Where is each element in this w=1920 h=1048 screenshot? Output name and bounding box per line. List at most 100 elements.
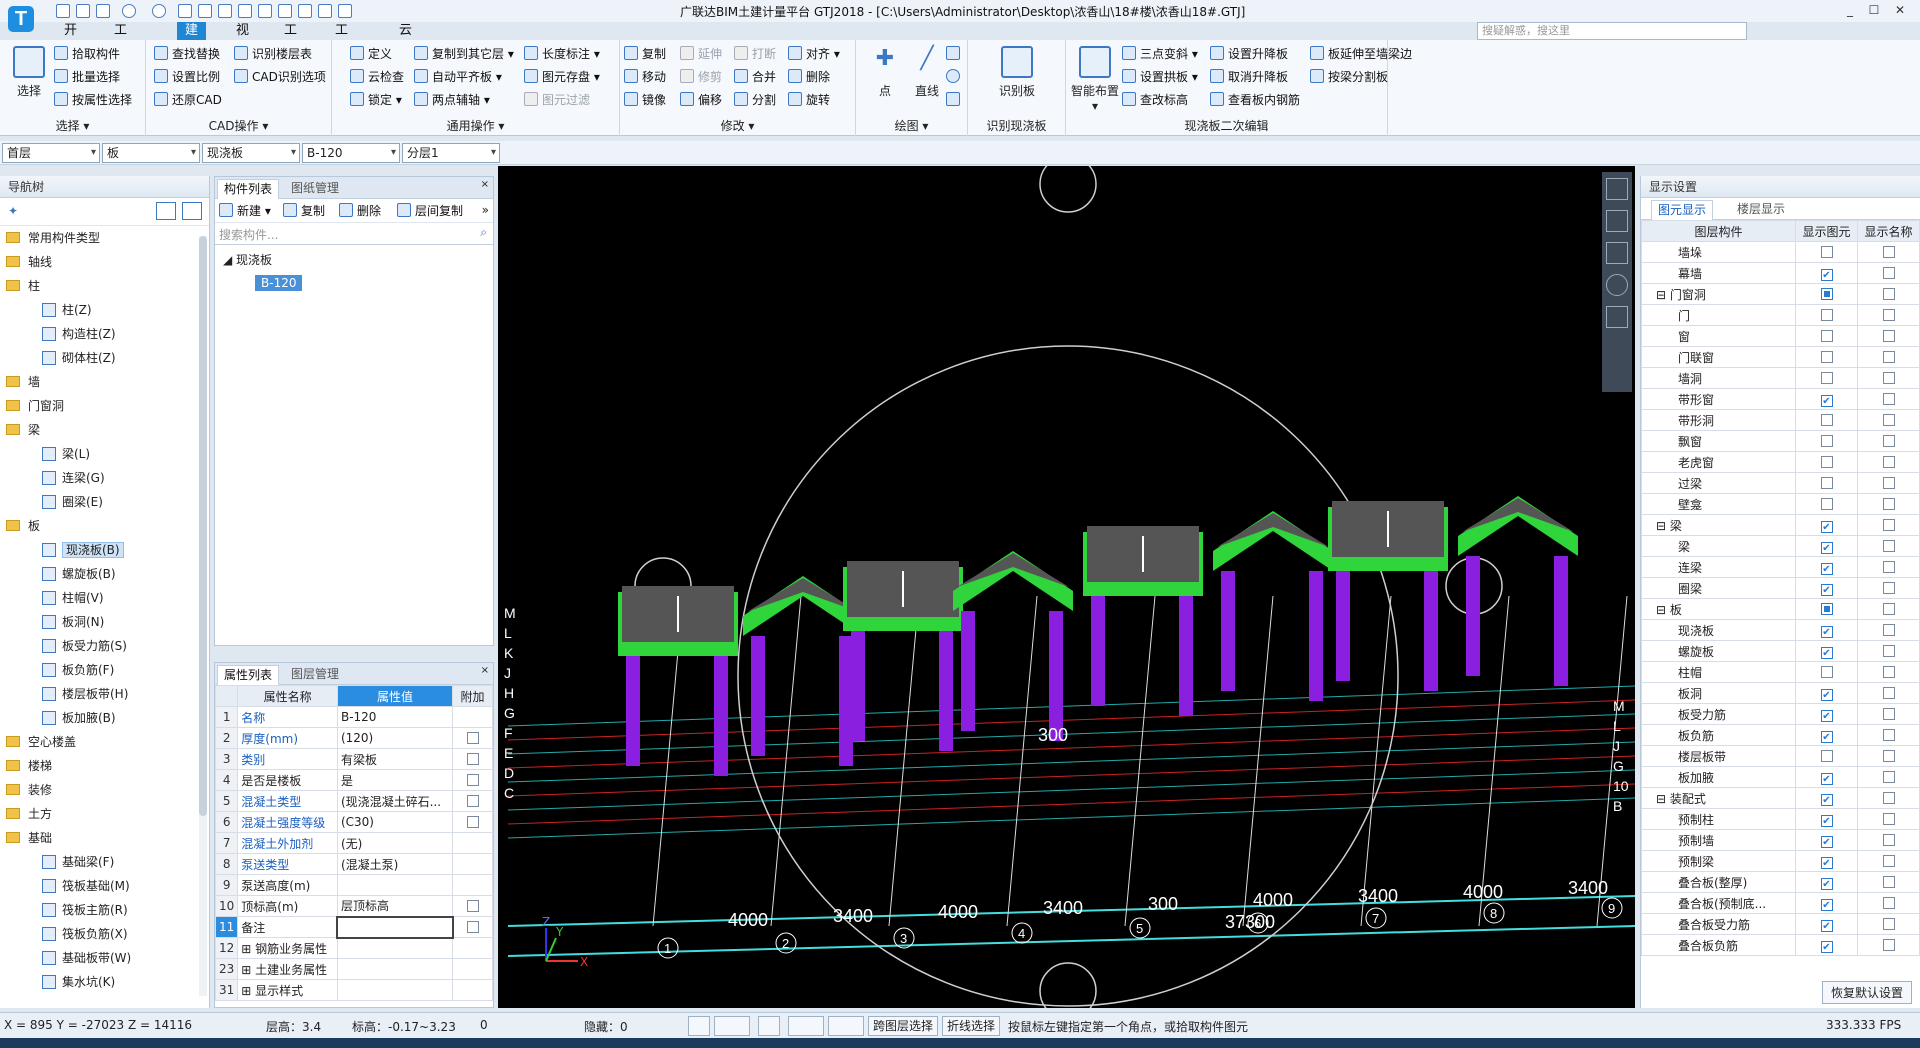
rectangle-icon[interactable] — [946, 90, 964, 110]
menu-tools[interactable]: 工具 — [284, 22, 297, 56]
show-name-checkbox[interactable] — [1882, 309, 1895, 321]
property-value[interactable]: 有梁板 — [336, 748, 454, 770]
show-element-cell[interactable] — [1795, 598, 1858, 620]
show-name-checkbox[interactable] — [1882, 267, 1895, 279]
show-element-cell[interactable] — [1795, 808, 1858, 830]
refresh-icon[interactable] — [1606, 274, 1628, 296]
show-name-checkbox[interactable] — [1882, 645, 1895, 657]
nav-group[interactable]: 基础 — [0, 826, 52, 850]
property-row[interactable]: 2 厚度(mm) (120) — [214, 727, 493, 749]
show-name-cell[interactable] — [1857, 892, 1920, 914]
show-element-cell[interactable] — [1795, 283, 1858, 305]
cross-layer-select-button[interactable]: 跨图层选择 — [868, 1016, 939, 1036]
property-extra[interactable] — [452, 916, 493, 938]
more-icon[interactable]: » — [482, 203, 489, 217]
property-value[interactable] — [336, 937, 454, 959]
undo-icon[interactable] — [122, 4, 136, 18]
grid-icon[interactable] — [1606, 306, 1628, 328]
show-element-checkbox[interactable] — [1820, 477, 1833, 489]
show-element-checkbox[interactable] — [1820, 836, 1833, 848]
nav-group[interactable]: 板 — [0, 514, 40, 538]
display-row[interactable]: 带形洞 — [1641, 409, 1920, 431]
two-point-axis-button[interactable]: 两点辅轴 ▾ — [414, 90, 490, 110]
report-icon[interactable] — [198, 4, 212, 18]
show-name-cell[interactable] — [1857, 598, 1920, 620]
group-label-cad[interactable]: CAD操作 ▾ — [146, 117, 331, 134]
align-button[interactable]: 对齐 ▾ — [788, 44, 840, 64]
show-name-cell[interactable] — [1857, 367, 1920, 389]
show-element-checkbox[interactable] — [1820, 794, 1833, 806]
property-extra[interactable] — [452, 748, 493, 770]
show-element-checkbox[interactable] — [1820, 710, 1833, 722]
collapse-icon[interactable]: ⊟ — [1656, 603, 1670, 617]
property-value[interactable] — [336, 874, 454, 896]
show-name-cell[interactable] — [1857, 934, 1920, 956]
display-row[interactable]: 窗 — [1641, 325, 1920, 347]
nav-item[interactable]: 楼层板带(H) — [0, 682, 128, 706]
nav-group[interactable]: 柱 — [0, 274, 40, 298]
nav-group[interactable]: 空心楼盖 — [0, 730, 76, 754]
nav-item[interactable]: 柱帽(V) — [0, 586, 104, 610]
property-value[interactable]: (现浇混凝土碎石... — [336, 790, 454, 812]
display-row[interactable]: 板洞 — [1641, 682, 1920, 704]
property-value[interactable]: (混凝土泵) — [336, 853, 454, 875]
property-row[interactable]: 8 泵送类型 (混凝土泵) — [214, 853, 493, 875]
display-row[interactable]: ⊟ 梁 — [1641, 514, 1920, 536]
new-file-icon[interactable] — [56, 4, 70, 18]
show-element-checkbox[interactable] — [1820, 563, 1833, 575]
show-name-cell[interactable] — [1857, 430, 1920, 452]
floor-copy-button[interactable]: 层间复制 — [397, 201, 463, 221]
show-name-cell[interactable] — [1857, 640, 1920, 662]
search-icon[interactable]: ⌕ — [480, 225, 487, 240]
show-element-cell[interactable] — [1795, 850, 1858, 872]
batch-select-button[interactable]: 批量选择 — [54, 67, 120, 87]
select-by-attribute-button[interactable]: 按属性选择 — [54, 90, 132, 110]
property-row[interactable]: 4 是否是楼板是 — [214, 769, 493, 791]
merge-button[interactable]: 合并 — [734, 67, 776, 87]
move-button[interactable]: 移动 — [624, 67, 666, 87]
show-name-checkbox[interactable] — [1882, 435, 1895, 447]
show-name-checkbox[interactable] — [1882, 624, 1895, 636]
show-name-cell[interactable] — [1857, 493, 1920, 515]
nav-item[interactable]: 基础板带(W) — [0, 946, 131, 970]
display-row[interactable]: 板受力筋 — [1641, 703, 1920, 725]
copy-component-button[interactable]: 复制 — [283, 201, 325, 221]
type-select[interactable]: 现浇板 — [202, 143, 300, 163]
open-file-icon[interactable] — [76, 4, 90, 18]
property-extra[interactable] — [452, 853, 493, 875]
property-value[interactable]: B-120 — [336, 706, 454, 728]
show-name-checkbox[interactable] — [1882, 477, 1895, 489]
show-element-checkbox[interactable] — [1820, 815, 1833, 827]
show-element-checkbox[interactable] — [1820, 246, 1833, 258]
show-name-cell[interactable] — [1857, 619, 1920, 641]
property-extra[interactable] — [452, 706, 493, 728]
nav-item[interactable]: 砌体柱(Z) — [0, 346, 116, 370]
nav-scrollbar[interactable] — [199, 236, 207, 996]
find-replace-button[interactable]: 查找替换 — [154, 44, 220, 64]
show-element-checkbox[interactable] — [1820, 498, 1833, 510]
show-name-cell[interactable] — [1857, 409, 1920, 431]
nav-group[interactable]: 轴线 — [0, 250, 52, 274]
extend-button[interactable]: 延伸 — [680, 44, 722, 64]
property-row[interactable]: 7 混凝土外加剂 (无) — [214, 832, 493, 854]
collapse-icon[interactable]: ⊟ — [1656, 792, 1670, 806]
break-button[interactable]: 打断 — [734, 44, 776, 64]
3d-box-icon[interactable] — [1606, 242, 1628, 264]
show-name-checkbox[interactable] — [1882, 540, 1895, 552]
show-element-cell[interactable] — [1795, 493, 1858, 515]
offset-button[interactable]: 偏移 — [680, 90, 722, 110]
show-name-checkbox[interactable] — [1882, 939, 1895, 951]
display-row[interactable]: 墙垛 — [1641, 241, 1920, 263]
show-element-checkbox[interactable] — [1820, 878, 1833, 890]
more-icon[interactable] — [298, 4, 312, 18]
rotate-button[interactable]: 旋转 — [788, 90, 830, 110]
show-name-checkbox[interactable] — [1882, 792, 1895, 804]
offset-mode-icon[interactable] — [828, 1016, 864, 1036]
show-name-checkbox[interactable] — [1882, 750, 1895, 762]
show-name-checkbox[interactable] — [1882, 582, 1895, 594]
show-name-cell[interactable] — [1857, 262, 1920, 284]
show-element-checkbox[interactable] — [1820, 666, 1833, 678]
tab-element-display[interactable]: 图元显示 — [1651, 200, 1714, 220]
show-name-cell[interactable] — [1857, 850, 1920, 872]
show-name-checkbox[interactable] — [1882, 855, 1895, 867]
